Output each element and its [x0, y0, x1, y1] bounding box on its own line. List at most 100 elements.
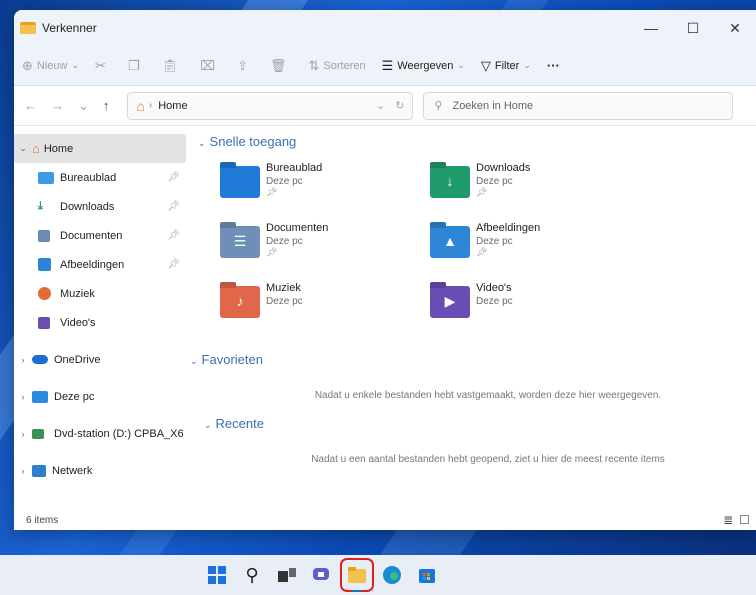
filter-button[interactable]: ▽ Filter ⌄	[481, 58, 531, 74]
tile-location: Deze pc	[476, 236, 513, 247]
chevron-down-icon: ⌄	[204, 420, 212, 430]
home-icon: ⌂	[136, 97, 145, 114]
cut-button[interactable]: ✂	[95, 58, 106, 74]
recent-header[interactable]: ⌄ Recente	[204, 416, 264, 431]
tile-name: Muziek	[266, 282, 301, 294]
sidebar-item-label: Documenten	[60, 229, 123, 242]
tile-text: Muziek Deze pc	[266, 282, 303, 334]
close-button[interactable]: ✕	[714, 10, 756, 46]
chat-icon	[313, 568, 329, 580]
videos-folder-icon: ▶	[430, 286, 470, 318]
edge-button[interactable]	[379, 562, 405, 588]
address-dropdown-button[interactable]: ⌄	[376, 99, 385, 112]
favorites-header[interactable]: ⌄ Favorieten	[190, 352, 263, 367]
details-view-icon[interactable]: ≣	[723, 513, 733, 527]
sort-button[interactable]: ⇅ Sorteren	[309, 58, 366, 74]
new-button[interactable]: ⊕ Nieuw ⌄	[22, 58, 79, 74]
sidebar-item-documents[interactable]: Documenten 📌︎	[14, 221, 192, 250]
quick-access-header[interactable]: ⌄ Snelle toegang	[198, 134, 296, 149]
forward-button[interactable]: →	[51, 98, 64, 113]
pin-icon: 📌︎	[476, 187, 488, 197]
tile-documents[interactable]: ☰ Documenten Deze pc 📌︎	[220, 222, 420, 274]
chevron-down-icon: ⌄	[78, 97, 89, 113]
tile-text: Downloads Deze pc 📌︎	[476, 162, 530, 214]
sidebar-item-network[interactable]: › Netwerk	[14, 456, 192, 485]
address-field[interactable]: ⌂ › Home ⌄ ↻	[127, 91, 414, 120]
refresh-button[interactable]: ↻	[395, 99, 404, 112]
sidebar-item-home[interactable]: ⌄ ⌂ Home	[14, 134, 186, 163]
computer-icon	[32, 390, 48, 403]
title-bar[interactable]: Verkenner — ☐ ✕	[14, 10, 756, 46]
recent-locations-button[interactable]: ⌄	[78, 98, 89, 114]
view-button[interactable]: ☰ Weergeven ⌄	[382, 58, 465, 74]
tile-downloads[interactable]: ↓ Downloads Deze pc 📌︎	[430, 162, 630, 214]
tile-text: Video's Deze pc	[476, 282, 513, 334]
chevron-right-icon: ›	[21, 354, 25, 365]
sidebar-item-label: Netwerk	[52, 464, 93, 477]
sidebar-item-videos[interactable]: Video's	[14, 308, 192, 337]
tile-pictures[interactable]: ▲ Afbeeldingen Deze pc 📌︎	[430, 222, 630, 274]
trash-icon: 🗑︎	[270, 57, 287, 73]
chevron-down-icon: ⌄	[457, 60, 465, 70]
sidebar-item-onedrive[interactable]: › OneDrive	[14, 345, 192, 374]
chevron-down-icon: ⌄	[71, 60, 80, 70]
copy-button[interactable]: ❐	[128, 58, 140, 74]
file-explorer-taskbar-button[interactable]	[340, 558, 374, 592]
sidebar-item-dvd-drive[interactable]: › Dvd-station (D:) CPBA_X6	[14, 419, 192, 448]
copy-icon: ❐	[127, 57, 140, 73]
tile-location: Deze pc	[476, 176, 513, 187]
delete-button[interactable]: 🗑︎	[270, 58, 287, 74]
folder-icon	[348, 567, 366, 583]
sidebar-item-desktop[interactable]: Bureaublad 📌︎	[14, 163, 192, 192]
search-field[interactable]: ⚲	[423, 91, 734, 120]
section-title: Favorieten	[201, 352, 263, 367]
task-view-button[interactable]	[274, 562, 300, 588]
downloads-folder-icon: ↓	[430, 166, 470, 198]
tile-music[interactable]: ♪ Muziek Deze pc	[220, 282, 420, 334]
view-icon: ☰	[381, 57, 394, 73]
refresh-icon: ↻	[395, 100, 405, 112]
tile-videos[interactable]: ▶ Video's Deze pc	[430, 282, 630, 334]
sidebar-item-label: Afbeeldingen	[60, 258, 125, 271]
up-button[interactable]: ↑	[103, 98, 110, 113]
search-input[interactable]	[452, 99, 713, 112]
status-bar: 6 items ≣ ☐	[14, 510, 756, 530]
edge-icon	[383, 566, 401, 584]
sidebar-item-music[interactable]: Muziek	[14, 279, 192, 308]
store-button[interactable]	[414, 562, 440, 588]
sidebar-item-label: Deze pc	[54, 390, 95, 403]
rename-icon: ⌧	[200, 57, 216, 73]
tiles-view-icon[interactable]: ☐	[739, 513, 750, 527]
chevron-down-icon: ⌄	[190, 356, 198, 366]
more-options-button[interactable]: ···	[547, 58, 560, 73]
minimize-button[interactable]: —	[630, 10, 672, 46]
chat-button[interactable]	[309, 562, 335, 588]
tile-name: Bureaublad	[266, 162, 323, 174]
arrow-right-icon: →	[51, 98, 64, 113]
pictures-folder-icon: ▲	[430, 226, 470, 258]
back-button[interactable]: ←	[24, 98, 37, 113]
address-path: Home	[158, 99, 188, 112]
tile-desktop[interactable]: Bureaublad Deze pc 📌︎	[220, 162, 420, 214]
share-button[interactable]: ⇪	[237, 58, 248, 74]
documents-icon	[38, 229, 50, 242]
explorer-body: ⌄ ⌂ Home Bureaublad 📌︎ ⤓ Downloads 📌︎ Do…	[14, 126, 756, 530]
breadcrumb-separator-icon: ›	[148, 100, 153, 111]
sidebar-item-this-pc[interactable]: › Deze pc	[14, 382, 192, 411]
search-button[interactable]: ⚲	[239, 562, 265, 588]
sidebar-item-pictures[interactable]: Afbeeldingen 📌︎	[14, 250, 192, 279]
address-bar: ← → ⌄ ↑ ⌂ › Home ⌄ ↻ ⚲	[14, 86, 756, 126]
maximize-button[interactable]: ☐	[672, 10, 714, 46]
start-button[interactable]	[204, 562, 230, 588]
chevron-right-icon: ›	[21, 391, 25, 402]
search-icon: ⚲	[434, 100, 443, 112]
taskbar: ⚲	[0, 555, 756, 595]
sidebar-item-downloads[interactable]: ⤓ Downloads 📌︎	[14, 192, 192, 221]
scissors-icon: ✂	[95, 57, 106, 73]
tile-name: Afbeeldingen	[476, 222, 541, 234]
documents-folder-icon: ☰	[220, 226, 260, 258]
rename-button[interactable]: ⌧	[200, 58, 215, 74]
paste-button[interactable]: 📋︎	[162, 58, 179, 74]
